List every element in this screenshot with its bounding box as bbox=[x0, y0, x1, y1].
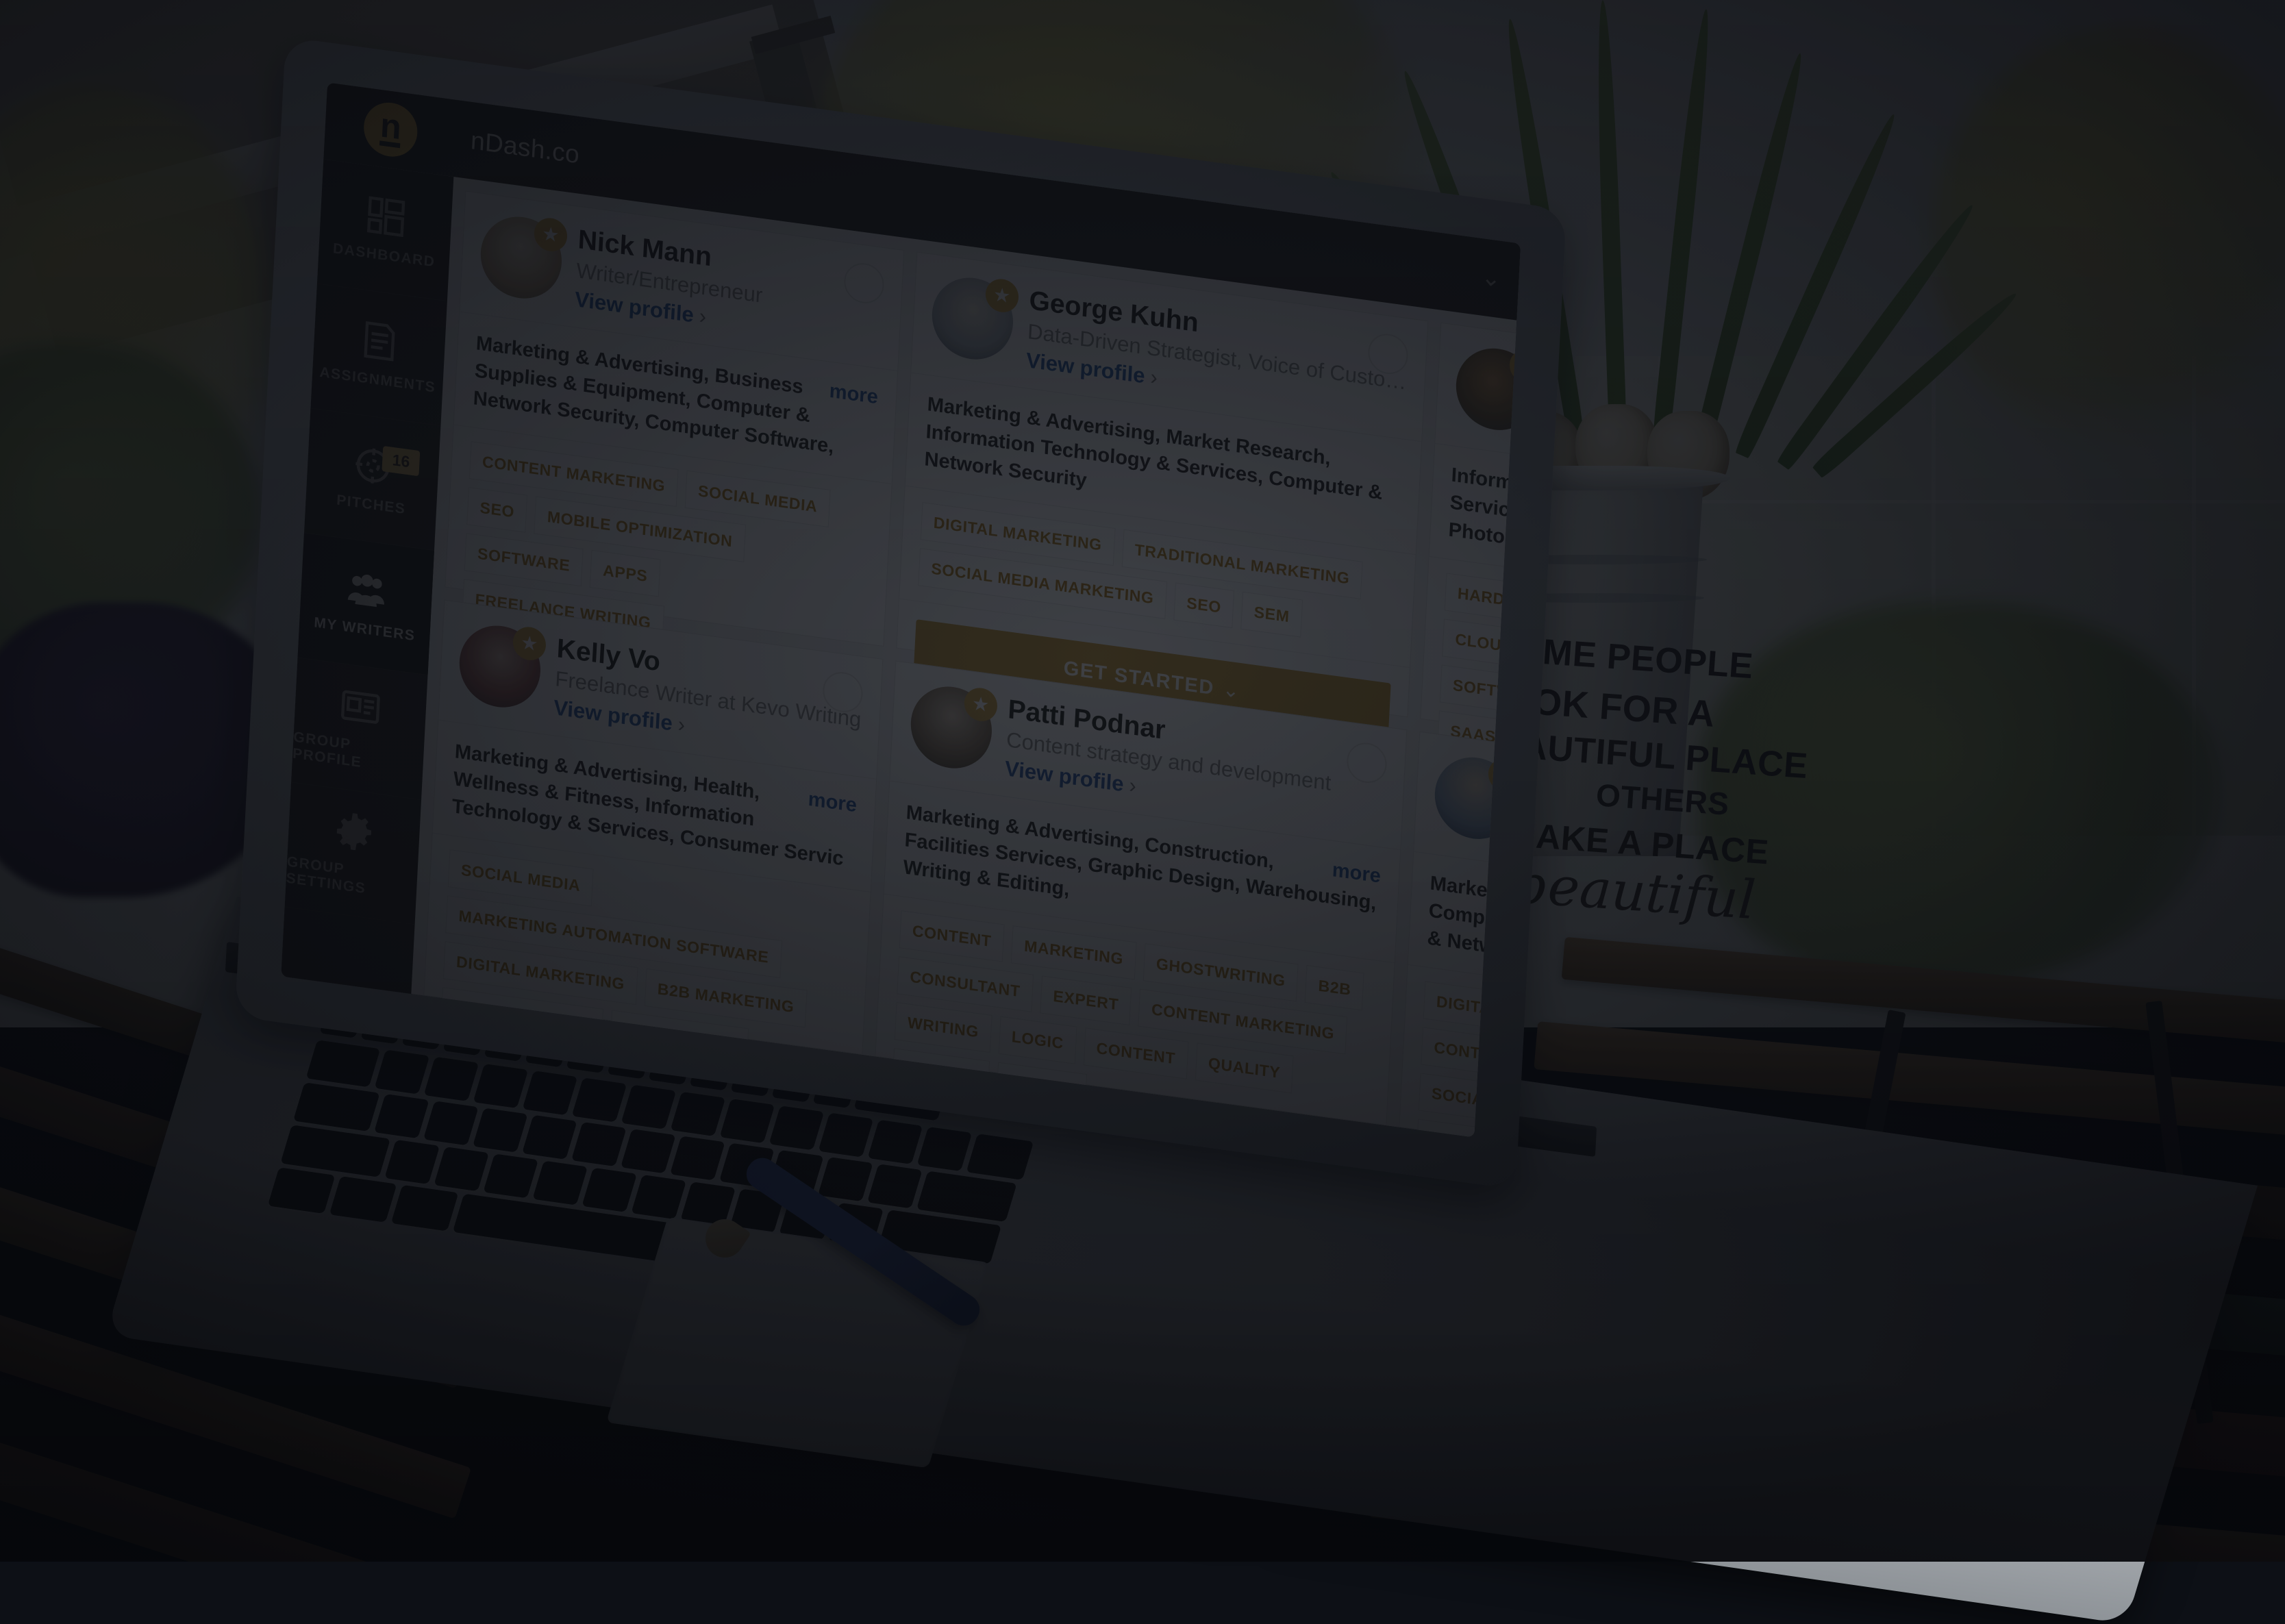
keyboard-key[interactable] bbox=[473, 1108, 528, 1153]
keyboard-key[interactable] bbox=[375, 1050, 430, 1095]
writers-grid: ★ Nick Mann Writer/Entrepreneur View pro… bbox=[411, 177, 1516, 1138]
keyboard-key[interactable] bbox=[374, 1094, 429, 1138]
screen: n nDash.co ⌄ ⌄ Browse All Writers› bbox=[281, 82, 1521, 1137]
keyboard-key[interactable] bbox=[384, 1140, 440, 1184]
document-icon bbox=[359, 318, 401, 364]
sidebar-item-label: MY WRITERS bbox=[314, 614, 416, 645]
keyboard-key[interactable] bbox=[532, 1161, 588, 1205]
sidebar-item-group-profile[interactable]: GROUP PROFILE bbox=[291, 658, 427, 800]
avatar-wrap: ★ bbox=[478, 212, 564, 310]
laptop-lid: n nDash.co ⌄ ⌄ Browse All Writers› bbox=[235, 37, 1566, 1189]
skill-tag[interactable]: B2B bbox=[1305, 965, 1364, 1010]
avatar-wrap: ★ bbox=[929, 273, 1015, 371]
sidebar-item-label: DASHBOARD bbox=[333, 240, 436, 271]
gear-icon bbox=[333, 809, 375, 854]
keyboard-key[interactable] bbox=[473, 1064, 529, 1108]
sidebar-item-label: ASSIGNMENTS bbox=[319, 364, 436, 396]
sidebar-item-label: GROUP PROFILE bbox=[292, 729, 424, 779]
keyboard-key[interactable] bbox=[571, 1122, 627, 1166]
skill-tag[interactable]: WRITING bbox=[895, 1002, 992, 1053]
avatar-wrap: ★ bbox=[1453, 343, 1521, 441]
keyboard-key[interactable] bbox=[522, 1115, 577, 1160]
sidebar-item-label: PITCHES bbox=[336, 492, 406, 518]
skill-tag[interactable]: SOFTWARE bbox=[464, 533, 584, 586]
writer-card[interactable]: ★ Patti Podnar Content strategy and deve… bbox=[875, 660, 1407, 1125]
sidebar-badge: 16 bbox=[382, 446, 421, 476]
keyboard-key[interactable] bbox=[966, 1134, 1034, 1180]
people-group-icon bbox=[346, 568, 388, 613]
writer-card[interactable]: ★ Nick Mann Writer/Entrepreneur View pro… bbox=[445, 190, 904, 646]
keyboard-key[interactable] bbox=[424, 1057, 479, 1101]
site-name: nDash.co bbox=[470, 126, 580, 169]
ndash-logo-icon: n bbox=[362, 99, 419, 160]
keyboard-key[interactable] bbox=[670, 1136, 725, 1180]
skill-tag[interactable]: WRITING bbox=[892, 1048, 990, 1099]
keyboard-key[interactable] bbox=[423, 1101, 479, 1145]
keyboard-key[interactable] bbox=[582, 1168, 637, 1212]
brand-logo-wrap[interactable]: n bbox=[324, 94, 457, 165]
avatar-wrap: ★ bbox=[1432, 752, 1518, 850]
skill-tag[interactable]: APPS bbox=[590, 550, 661, 597]
trackpad[interactable] bbox=[606, 1217, 990, 1469]
sidebar-item-my-writers[interactable]: MY WRITERS bbox=[297, 533, 434, 675]
skill-tag[interactable]: SEM bbox=[1240, 592, 1303, 638]
skill-tag[interactable]: CONSULTANT bbox=[897, 956, 1034, 1012]
skill-tag[interactable]: PO… bbox=[1515, 721, 1521, 768]
sidebar-item-assignments[interactable]: ASSIGNMENTS bbox=[310, 284, 447, 426]
keyboard-key[interactable] bbox=[867, 1164, 923, 1208]
keyboard-key[interactable] bbox=[621, 1129, 676, 1173]
laptop: n nDash.co ⌄ ⌄ Browse All Writers› bbox=[0, 0, 2285, 1562]
skill-tag[interactable]: EXPERT bbox=[1040, 976, 1132, 1026]
skill-tag[interactable]: LOGIC bbox=[998, 1016, 1077, 1064]
skill-tag[interactable]: CONTENT bbox=[1083, 1028, 1188, 1079]
keyboard-key[interactable] bbox=[483, 1153, 538, 1198]
keyboard-key[interactable] bbox=[819, 1113, 874, 1158]
avatar-wrap: ★ bbox=[457, 621, 542, 719]
skill-tag[interactable]: MARKETING bbox=[1011, 926, 1137, 980]
skill-tag[interactable]: HARDWARE bbox=[1445, 573, 1521, 627]
keyboard-key[interactable] bbox=[769, 1105, 825, 1150]
sidebar-item-dashboard[interactable]: DASHBOARD bbox=[317, 159, 453, 301]
keyboard-key[interactable] bbox=[523, 1071, 578, 1115]
chevron-down-icon[interactable]: ⌄ bbox=[1481, 263, 1502, 293]
writer-card[interactable]: ★ George Kuhn Data-Driven Strategist, Vo… bbox=[896, 251, 1428, 716]
writer-card[interactable]: ★ Kelly Vo Freelance Writer at Kevo Writ… bbox=[423, 599, 883, 1055]
keyboard-key[interactable] bbox=[572, 1077, 627, 1122]
skill-tag[interactable]: CLOUD CO… bbox=[1442, 619, 1521, 673]
star-badge-icon: ★ bbox=[1488, 756, 1521, 793]
keyboard-key[interactable] bbox=[434, 1147, 489, 1191]
keyboard-key[interactable] bbox=[306, 1040, 381, 1087]
writer-card[interactable]: ★ Chris Hardee B2B copywriting ba… View … bbox=[1399, 731, 1521, 1137]
keyboard-key[interactable] bbox=[268, 1167, 336, 1214]
keyboard-key[interactable] bbox=[671, 1092, 726, 1136]
keyboard-key[interactable] bbox=[621, 1085, 677, 1129]
skill-tag[interactable]: CONTENT bbox=[899, 910, 1005, 962]
keyboard-key[interactable] bbox=[631, 1175, 686, 1219]
sidebar-item-label: GROUP SETTINGS bbox=[286, 853, 417, 904]
keyboard-key[interactable] bbox=[293, 1082, 380, 1132]
keyboard-key[interactable] bbox=[720, 1099, 775, 1143]
keyboard-key[interactable] bbox=[329, 1176, 397, 1223]
skill-tag[interactable]: QUALITY bbox=[1195, 1043, 1294, 1094]
keyboard-key[interactable] bbox=[868, 1120, 923, 1164]
dashboard-grid-icon bbox=[365, 194, 407, 239]
avatar bbox=[1433, 752, 1518, 844]
keyboard-key[interactable] bbox=[391, 1185, 459, 1232]
sidebar-item-group-settings[interactable]: GROUP SETTINGS bbox=[285, 782, 421, 925]
ndash-app: n nDash.co ⌄ ⌄ Browse All Writers› bbox=[281, 82, 1521, 1137]
writer-card[interactable]: ★ Dave Eagle Writer, Photographer View p… bbox=[1420, 323, 1521, 764]
keyboard-key[interactable] bbox=[916, 1171, 1017, 1222]
skill-tag[interactable]: ADVERTISING bbox=[610, 1010, 749, 1066]
keyboard-key[interactable] bbox=[818, 1157, 873, 1201]
id-card-icon bbox=[340, 684, 382, 729]
skill-tag[interactable]: C… bbox=[1485, 1128, 1521, 1137]
skill-tag[interactable]: CRO bbox=[1416, 1119, 1479, 1138]
skill-tag[interactable]: WRITER bbox=[996, 1062, 1087, 1112]
skill-tag[interactable]: SEO bbox=[1173, 582, 1234, 628]
keyboard-key[interactable] bbox=[917, 1127, 973, 1171]
skill-tag[interactable]: SEO bbox=[466, 487, 527, 533]
skill-tags: DIGITAL MARKETINGCONTENT MARK…SOCIAL MED… bbox=[1393, 965, 1521, 1137]
avatar-wrap: ★ bbox=[908, 682, 994, 779]
sidebar-item-pitches[interactable]: 16 PITCHES bbox=[304, 408, 440, 551]
